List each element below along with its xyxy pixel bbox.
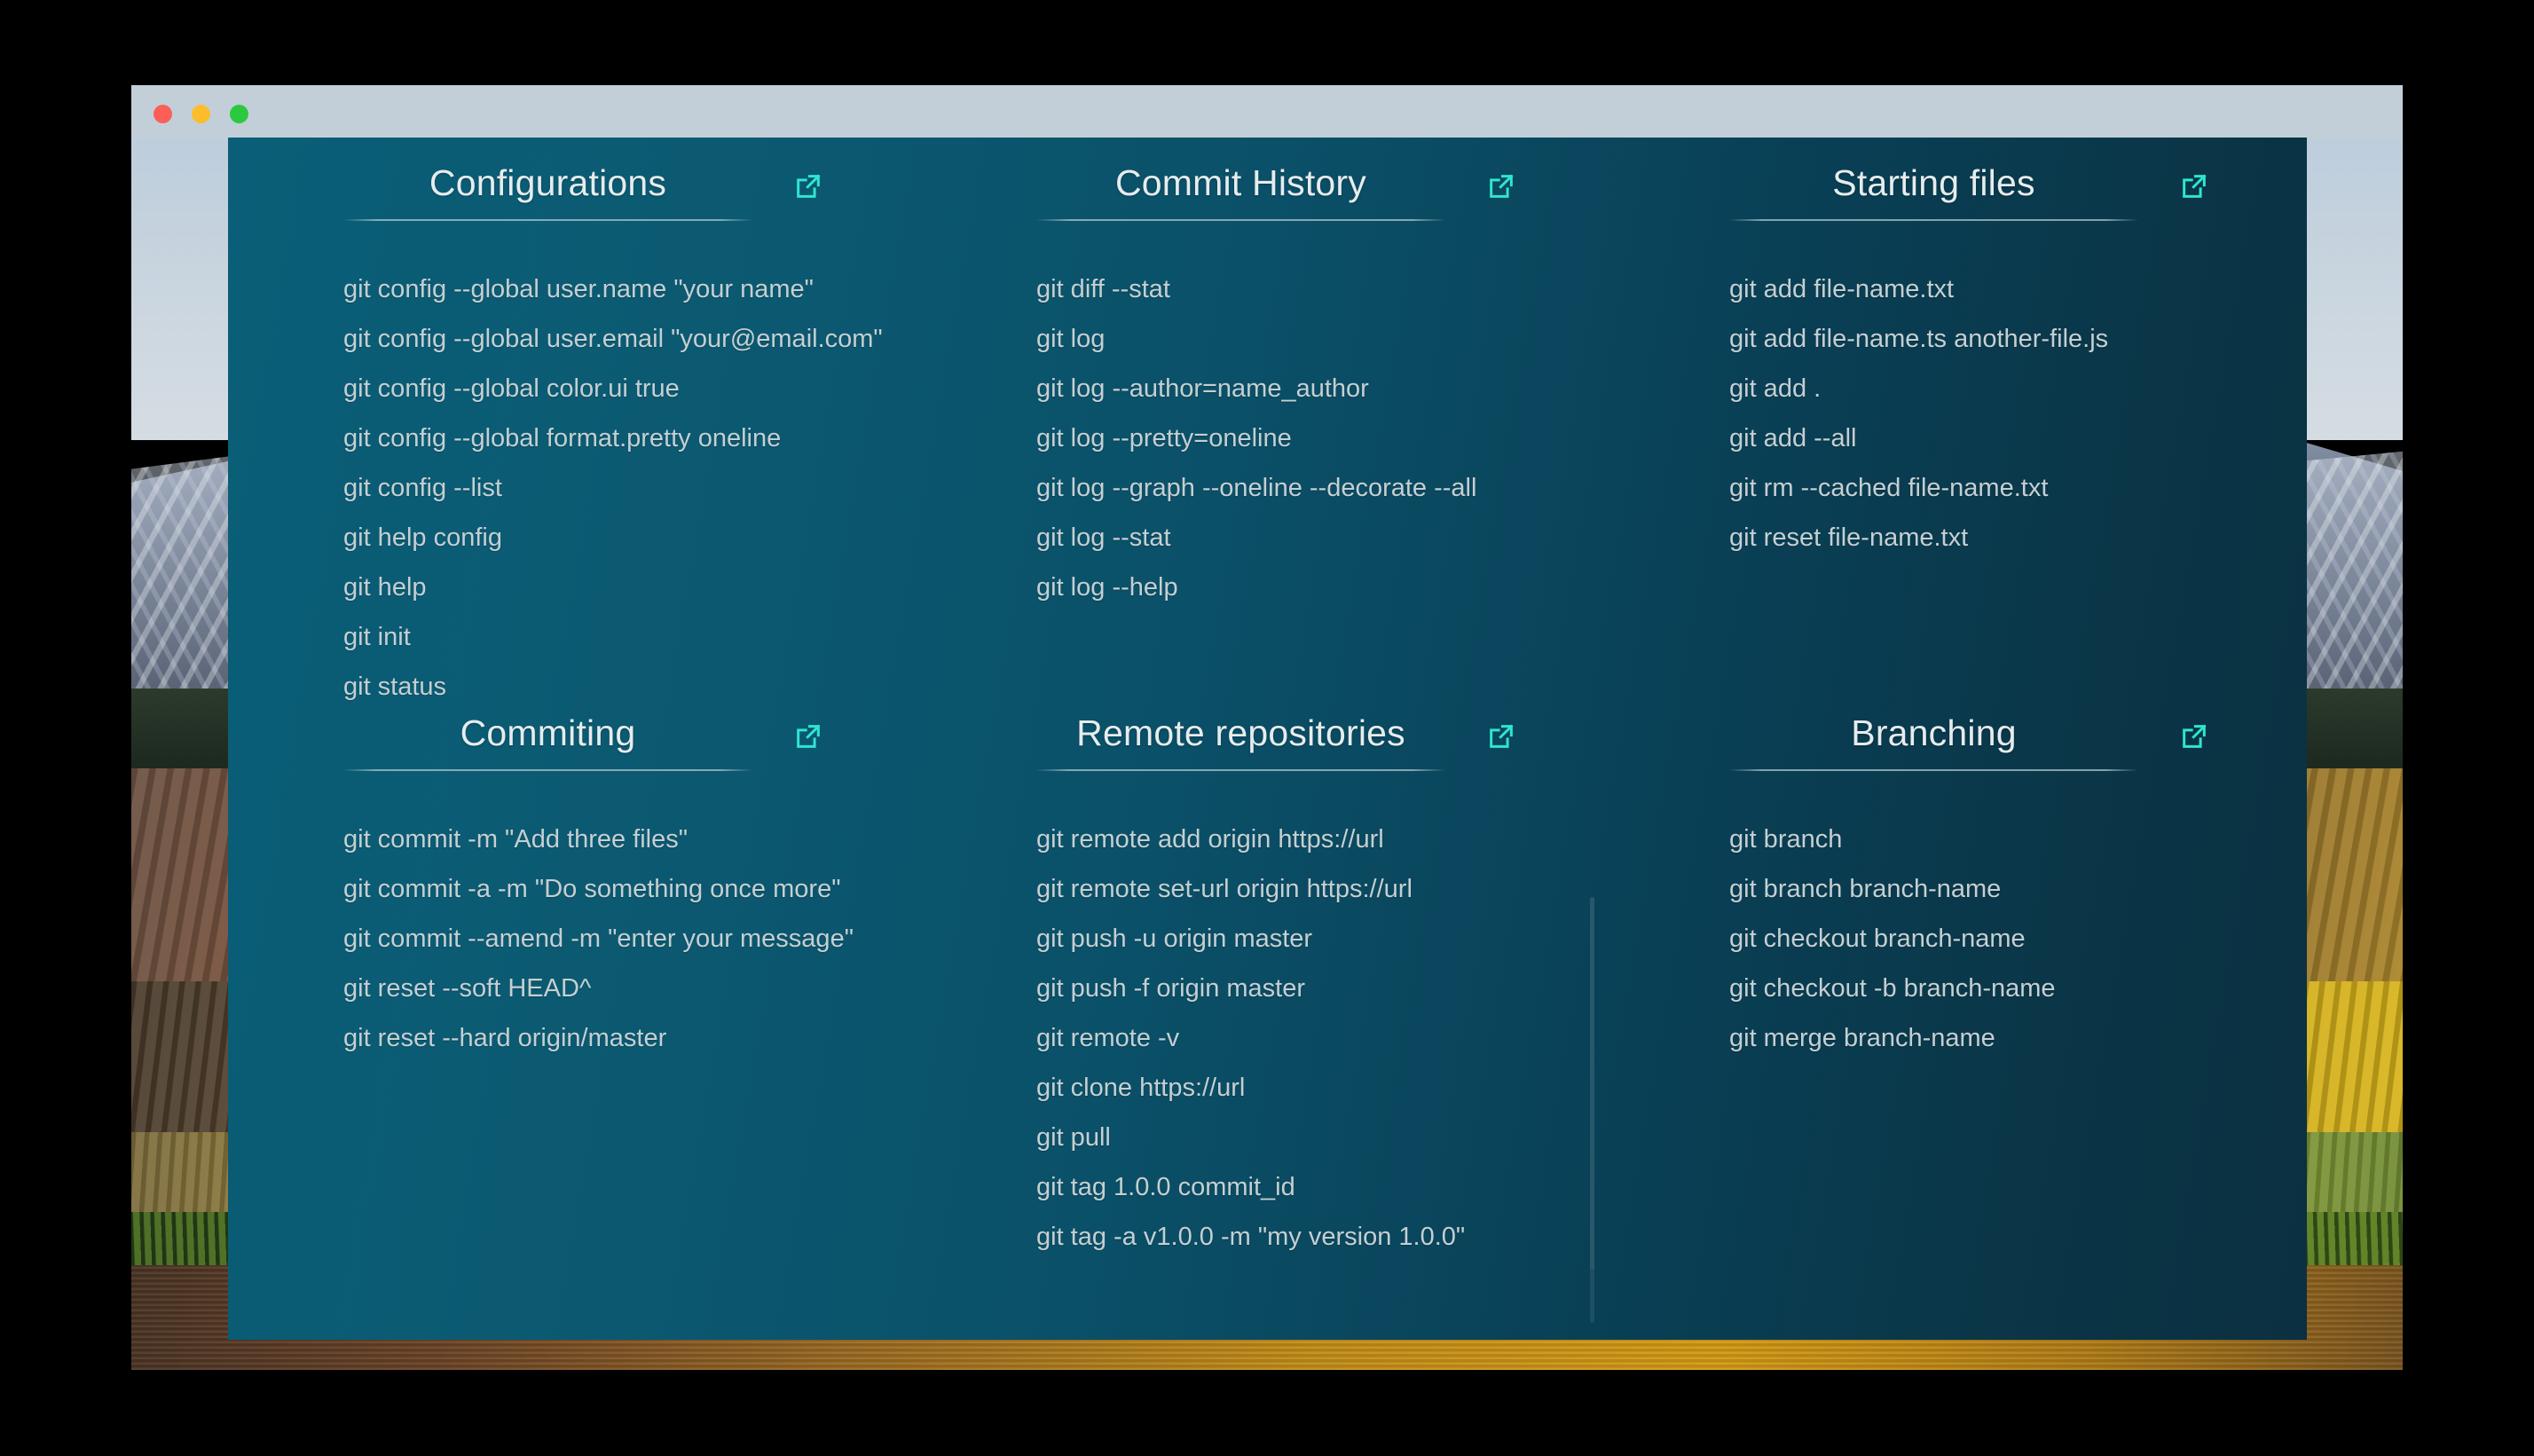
section-title: Starting files bbox=[1729, 162, 2138, 204]
command-item: git add file-name.txt bbox=[1614, 277, 2307, 303]
section-header: Branching bbox=[1614, 688, 2307, 781]
section-divider bbox=[1729, 219, 2138, 221]
section-commiting: Commiting git commit -m "Add three files… bbox=[228, 688, 921, 1340]
section-divider bbox=[1729, 769, 2138, 771]
command-item: git pull bbox=[921, 1125, 1614, 1151]
command-item: git merge branch-name bbox=[1614, 1026, 2307, 1051]
external-link-icon[interactable] bbox=[2179, 171, 2209, 201]
command-list: git commit -m "Add three files" git comm… bbox=[228, 781, 921, 1051]
command-item: git log --graph --oneline --decorate --a… bbox=[921, 476, 1614, 501]
close-button[interactable] bbox=[153, 105, 172, 123]
section-branching: Branching git branch git branch branch-n… bbox=[1614, 688, 2307, 1340]
section-header: Commiting bbox=[228, 688, 921, 781]
command-item: git remote -v bbox=[921, 1026, 1614, 1051]
command-item: git remote add origin https://url bbox=[921, 827, 1614, 853]
command-item: git init bbox=[228, 625, 921, 650]
section-divider bbox=[1036, 219, 1445, 221]
section-divider bbox=[1036, 769, 1445, 771]
section-title: Commit History bbox=[1036, 162, 1445, 204]
command-item: git push -f origin master bbox=[921, 976, 1614, 1002]
section-title: Configurations bbox=[343, 162, 752, 204]
command-item: git commit -m "Add three files" bbox=[228, 827, 921, 853]
section-header: Remote repositories bbox=[921, 688, 1614, 781]
scrollbar-thumb[interactable] bbox=[1590, 897, 1594, 1270]
command-item: git reset --hard origin/master bbox=[228, 1026, 921, 1051]
command-item: git config --global color.ui true bbox=[228, 376, 921, 402]
section-header: Starting files bbox=[1614, 138, 2307, 231]
sections-grid: Configurations git config --global user.… bbox=[228, 138, 2307, 1340]
command-item: git branch bbox=[1614, 827, 2307, 853]
command-item: git rm --cached file-name.txt bbox=[1614, 476, 2307, 501]
section-configurations: Configurations git config --global user.… bbox=[228, 138, 921, 688]
window-titlebar[interactable] bbox=[131, 85, 2403, 139]
section-commit-history: Commit History git diff --stat git log bbox=[921, 138, 1614, 688]
command-item: git config --global user.email "your@ema… bbox=[228, 327, 921, 352]
command-item: git log --help bbox=[921, 575, 1614, 601]
external-link-icon[interactable] bbox=[2179, 721, 2209, 752]
git-cheatsheet-panel: Configurations git config --global user.… bbox=[228, 138, 2307, 1340]
command-item: git log --stat bbox=[921, 525, 1614, 551]
command-item: git commit --amend -m "enter your messag… bbox=[228, 926, 921, 952]
command-item: git branch branch-name bbox=[1614, 877, 2307, 902]
command-item: git checkout -b branch-name bbox=[1614, 976, 2307, 1002]
command-item: git add . bbox=[1614, 376, 2307, 402]
command-item: git config --list bbox=[228, 476, 921, 501]
section-starting-files: Starting files git add file-name.txt git… bbox=[1614, 138, 2307, 688]
command-item: git config --global format.pretty onelin… bbox=[228, 426, 921, 452]
section-divider bbox=[343, 769, 752, 771]
command-item: git reset file-name.txt bbox=[1614, 525, 2307, 551]
maximize-button[interactable] bbox=[230, 105, 248, 123]
section-remote-repositories: Remote repositories git remote add origi… bbox=[921, 688, 1614, 1340]
external-link-icon[interactable] bbox=[793, 171, 823, 201]
minimize-button[interactable] bbox=[192, 105, 210, 123]
command-item: git log --author=name_author bbox=[921, 376, 1614, 402]
section-title: Branching bbox=[1729, 712, 2138, 754]
command-item: git help config bbox=[228, 525, 921, 551]
section-title: Commiting bbox=[343, 712, 752, 754]
section-title: Remote repositories bbox=[1036, 712, 1445, 754]
command-item: git log bbox=[921, 327, 1614, 352]
command-list: git config --global user.name "your name… bbox=[228, 231, 921, 700]
command-item: git add file-name.ts another-file.js bbox=[1614, 327, 2307, 352]
command-item: git tag -a v1.0.0 -m "my version 1.0.0" bbox=[921, 1224, 1614, 1250]
inner-scrollbar[interactable] bbox=[1590, 897, 1594, 1323]
command-item: git tag 1.0.0 commit_id bbox=[921, 1175, 1614, 1200]
section-header: Configurations bbox=[228, 138, 921, 231]
command-item: git config --global user.name "your name… bbox=[228, 277, 921, 303]
command-list: git add file-name.txt git add file-name.… bbox=[1614, 231, 2307, 551]
section-header: Commit History bbox=[921, 138, 1614, 231]
command-list: git remote add origin https://url git re… bbox=[921, 781, 1614, 1250]
command-item: git commit -a -m "Do something once more… bbox=[228, 877, 921, 902]
external-link-icon[interactable] bbox=[1486, 171, 1516, 201]
command-list: git diff --stat git log git log --author… bbox=[921, 231, 1614, 601]
command-list: git branch git branch branch-name git ch… bbox=[1614, 781, 2307, 1051]
command-item: git reset --soft HEAD^ bbox=[228, 976, 921, 1002]
external-link-icon[interactable] bbox=[793, 721, 823, 752]
desktop: Configurations git config --global user.… bbox=[0, 0, 2534, 1456]
command-item: git help bbox=[228, 575, 921, 601]
external-link-icon[interactable] bbox=[1486, 721, 1516, 752]
browser-window: Configurations git config --global user.… bbox=[131, 85, 2403, 1370]
command-item: git push -u origin master bbox=[921, 926, 1614, 952]
command-item: git clone https://url bbox=[921, 1075, 1614, 1101]
command-item: git log --pretty=oneline bbox=[921, 426, 1614, 452]
window-controls bbox=[153, 105, 248, 123]
command-item: git checkout branch-name bbox=[1614, 926, 2307, 952]
command-item: git remote set-url origin https://url bbox=[921, 877, 1614, 902]
section-divider bbox=[343, 219, 752, 221]
command-item: git diff --stat bbox=[921, 277, 1614, 303]
command-item: git add --all bbox=[1614, 426, 2307, 452]
